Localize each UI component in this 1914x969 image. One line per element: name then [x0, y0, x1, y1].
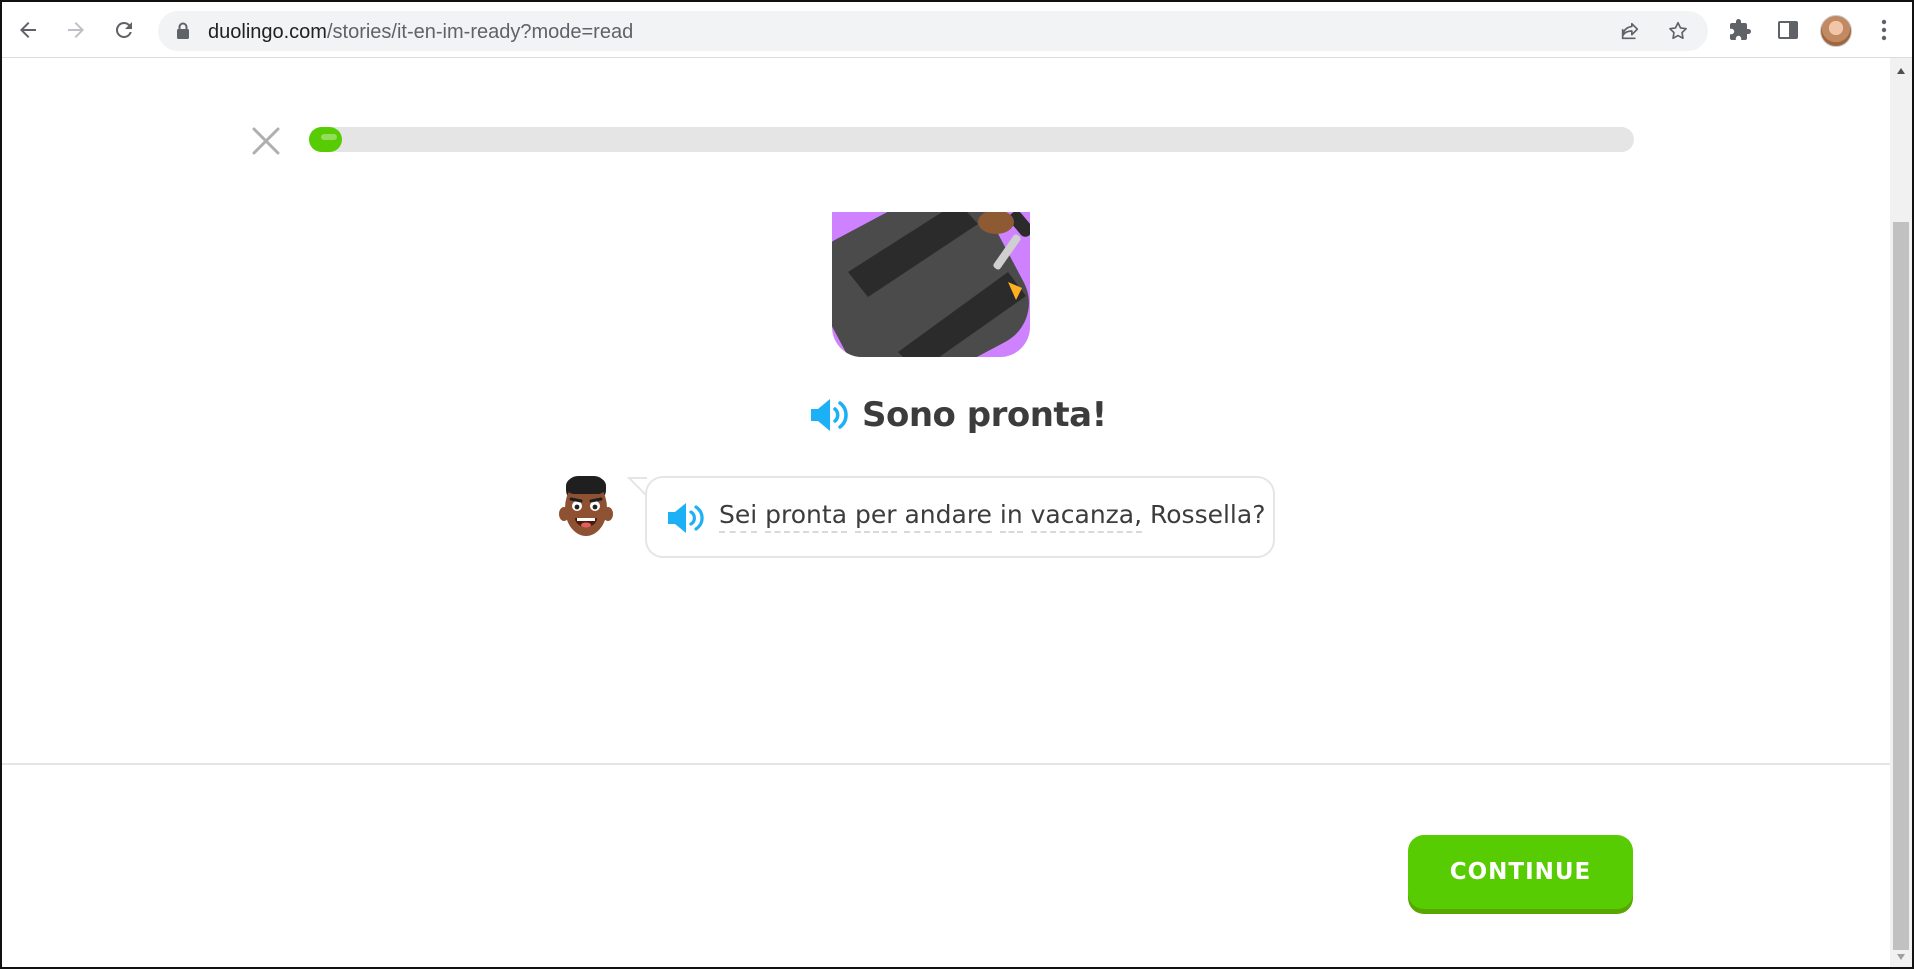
browser-toolbar: duolingo.com/stories/it-en-im-ready?mode… — [2, 2, 1912, 58]
speech-bubble: Sei pronta per andare in vacanza, Rossel… — [645, 476, 1275, 558]
dialogue-line: Sei pronta per andare in vacanza, Rossel… — [719, 500, 1266, 533]
extensions-button[interactable] — [1726, 16, 1754, 44]
kebab-menu-icon — [1881, 19, 1887, 41]
forward-button[interactable] — [58, 12, 94, 48]
back-arrow-icon — [20, 22, 36, 38]
browser-menu-button[interactable] — [1870, 16, 1898, 44]
side-panel-icon — [1778, 21, 1798, 39]
character-avatar — [559, 476, 613, 536]
reload-icon — [115, 21, 132, 38]
dialogue-word: Rossella? — [1150, 500, 1266, 529]
share-button[interactable] — [1618, 19, 1642, 43]
hint-word[interactable]: vacanza, — [1030, 500, 1143, 533]
puzzle-icon — [1730, 19, 1751, 40]
lock-icon — [177, 22, 189, 39]
hint-word[interactable]: andare — [904, 500, 992, 533]
hint-word[interactable]: Sei — [719, 500, 758, 533]
lesson-progress-fill — [309, 127, 343, 152]
bookmark-button[interactable] — [1666, 19, 1690, 43]
lesson-progress-bar — [309, 127, 1634, 152]
story-title: Sono pronta! — [862, 395, 1107, 435]
side-panel-button[interactable] — [1774, 16, 1802, 44]
hint-word[interactable]: per — [854, 500, 897, 533]
scrollbar-thumb[interactable] — [1893, 222, 1909, 950]
star-icon — [1669, 21, 1687, 40]
footer-divider — [2, 763, 1890, 765]
speaker-icon[interactable] — [808, 395, 852, 435]
url-domain: duolingo.com — [208, 21, 327, 43]
continue-button[interactable]: CONTINUE — [1408, 835, 1633, 909]
scroll-down-arrow-icon[interactable] — [1895, 952, 1907, 962]
speaker-icon[interactable] — [665, 500, 709, 536]
scroll-up-arrow-icon[interactable] — [1895, 66, 1907, 76]
url-path: /stories/it-en-im-ready?mode=read — [326, 21, 634, 43]
story-title-row: Sono pronta! — [808, 390, 1107, 440]
hint-word[interactable]: pronta — [765, 500, 848, 533]
hint-word[interactable]: in — [999, 500, 1023, 533]
url-text: duolingo.com/stories/it-en-im-ready?mode… — [208, 21, 633, 44]
address-bar[interactable]: duolingo.com/stories/it-en-im-ready?mode… — [158, 11, 1708, 51]
continue-label: CONTINUE — [1449, 859, 1592, 885]
reload-button[interactable] — [106, 12, 142, 48]
forward-arrow-icon — [68, 22, 84, 38]
profile-avatar[interactable] — [1820, 15, 1852, 47]
suitcase-illustration — [832, 212, 1030, 357]
back-button[interactable] — [10, 12, 46, 48]
share-icon — [1621, 22, 1639, 40]
close-lesson-icon[interactable] — [250, 125, 282, 157]
